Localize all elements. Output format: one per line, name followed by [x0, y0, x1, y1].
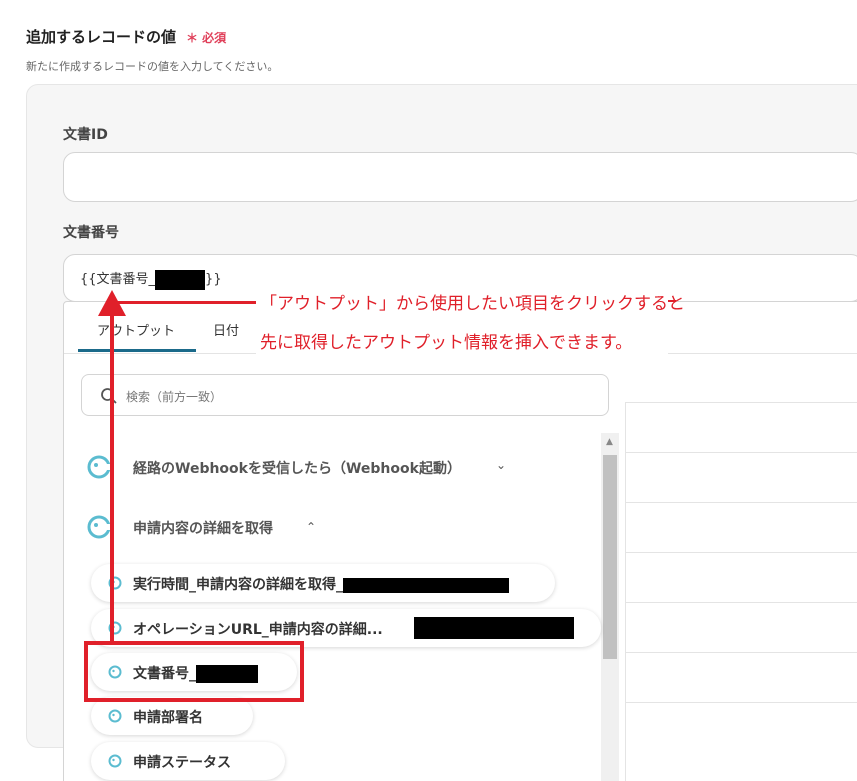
- row-divider: [626, 702, 857, 703]
- doc-number-value: {{文書番号_}}: [80, 268, 222, 290]
- group-get-application-details[interactable]: 申請内容の詳細を取得 ⌃: [84, 512, 344, 542]
- search-box[interactable]: 検索（前方一致）: [81, 374, 609, 416]
- output-item-label: 申請ステータス: [133, 755, 231, 771]
- row-divider: [626, 652, 857, 653]
- required-badge: ＊ 必須: [186, 31, 227, 45]
- redaction: [155, 269, 206, 290]
- annotation-arrow-shaft: [110, 305, 114, 642]
- output-node-icon: [87, 455, 111, 479]
- output-item-execution-time[interactable]: 実行時間_申請内容の詳細を取得_: [91, 564, 555, 602]
- search-placeholder: 検索（前方一致）: [126, 390, 223, 404]
- doc-id-input[interactable]: [63, 152, 857, 202]
- chevron-up-icon[interactable]: ⌃: [306, 520, 316, 534]
- row-divider: [626, 552, 857, 553]
- annotation-highlight-box: [84, 641, 304, 702]
- scrollbar[interactable]: ▲: [601, 433, 619, 781]
- row-divider: [626, 402, 857, 403]
- annotation-line-1: 「アウトプット」から使用したい項目をクリックすると: [260, 294, 685, 314]
- chevron-down-icon[interactable]: ⌄: [496, 458, 506, 472]
- row-divider: [626, 452, 857, 453]
- annotation-line-2: 先に取得したアウトプット情報を挿入できます。: [260, 333, 633, 353]
- row-divider: [626, 602, 857, 603]
- doc-number-value-suffix: }}: [205, 272, 222, 287]
- redaction: [343, 577, 509, 593]
- search-icon: [101, 388, 117, 404]
- output-node-icon: [108, 709, 122, 723]
- active-tab-indicator: [78, 349, 196, 352]
- doc-number-label: 文書番号: [63, 225, 119, 241]
- group-webhook-trigger[interactable]: 経路のWebhookを受信したら（Webhook起動） ⌄: [84, 452, 524, 482]
- section-title: 追加するレコードの値: [26, 28, 177, 46]
- annotation-connector: [114, 301, 259, 304]
- output-node-icon: [108, 754, 122, 768]
- output-item-status[interactable]: 申請ステータス: [91, 742, 285, 780]
- output-item-department[interactable]: 申請部署名: [91, 697, 253, 735]
- row-divider: [626, 502, 857, 503]
- tab-date[interactable]: 日付: [213, 320, 239, 339]
- group-label: 経路のWebhookを受信したら（Webhook起動）: [133, 461, 461, 477]
- scroll-up-arrow-icon[interactable]: ▲: [606, 437, 613, 447]
- output-item-label: 実行時間_申請内容の詳細を取得_: [133, 574, 509, 594]
- output-item-label: 申請部署名: [133, 710, 203, 726]
- scroll-thumb[interactable]: [603, 455, 617, 659]
- output-item-label: オペレーションURL_申請内容の詳細...: [133, 622, 383, 638]
- column-divider: [625, 402, 626, 781]
- annotation-callout: 「アウトプット」から使用したい項目をクリックすると 先に取得したアウトプット情報…: [256, 286, 685, 372]
- output-node-icon: [87, 515, 111, 539]
- tab-output[interactable]: アウトプット: [97, 320, 175, 339]
- section-description: 新たに作成するレコードの値を入力してください。: [26, 60, 279, 73]
- redaction: [414, 617, 574, 639]
- doc-number-value-prefix: {{文書番号_: [80, 272, 156, 287]
- group-label: 申請内容の詳細を取得: [133, 521, 273, 537]
- doc-id-label: 文書ID: [63, 127, 108, 143]
